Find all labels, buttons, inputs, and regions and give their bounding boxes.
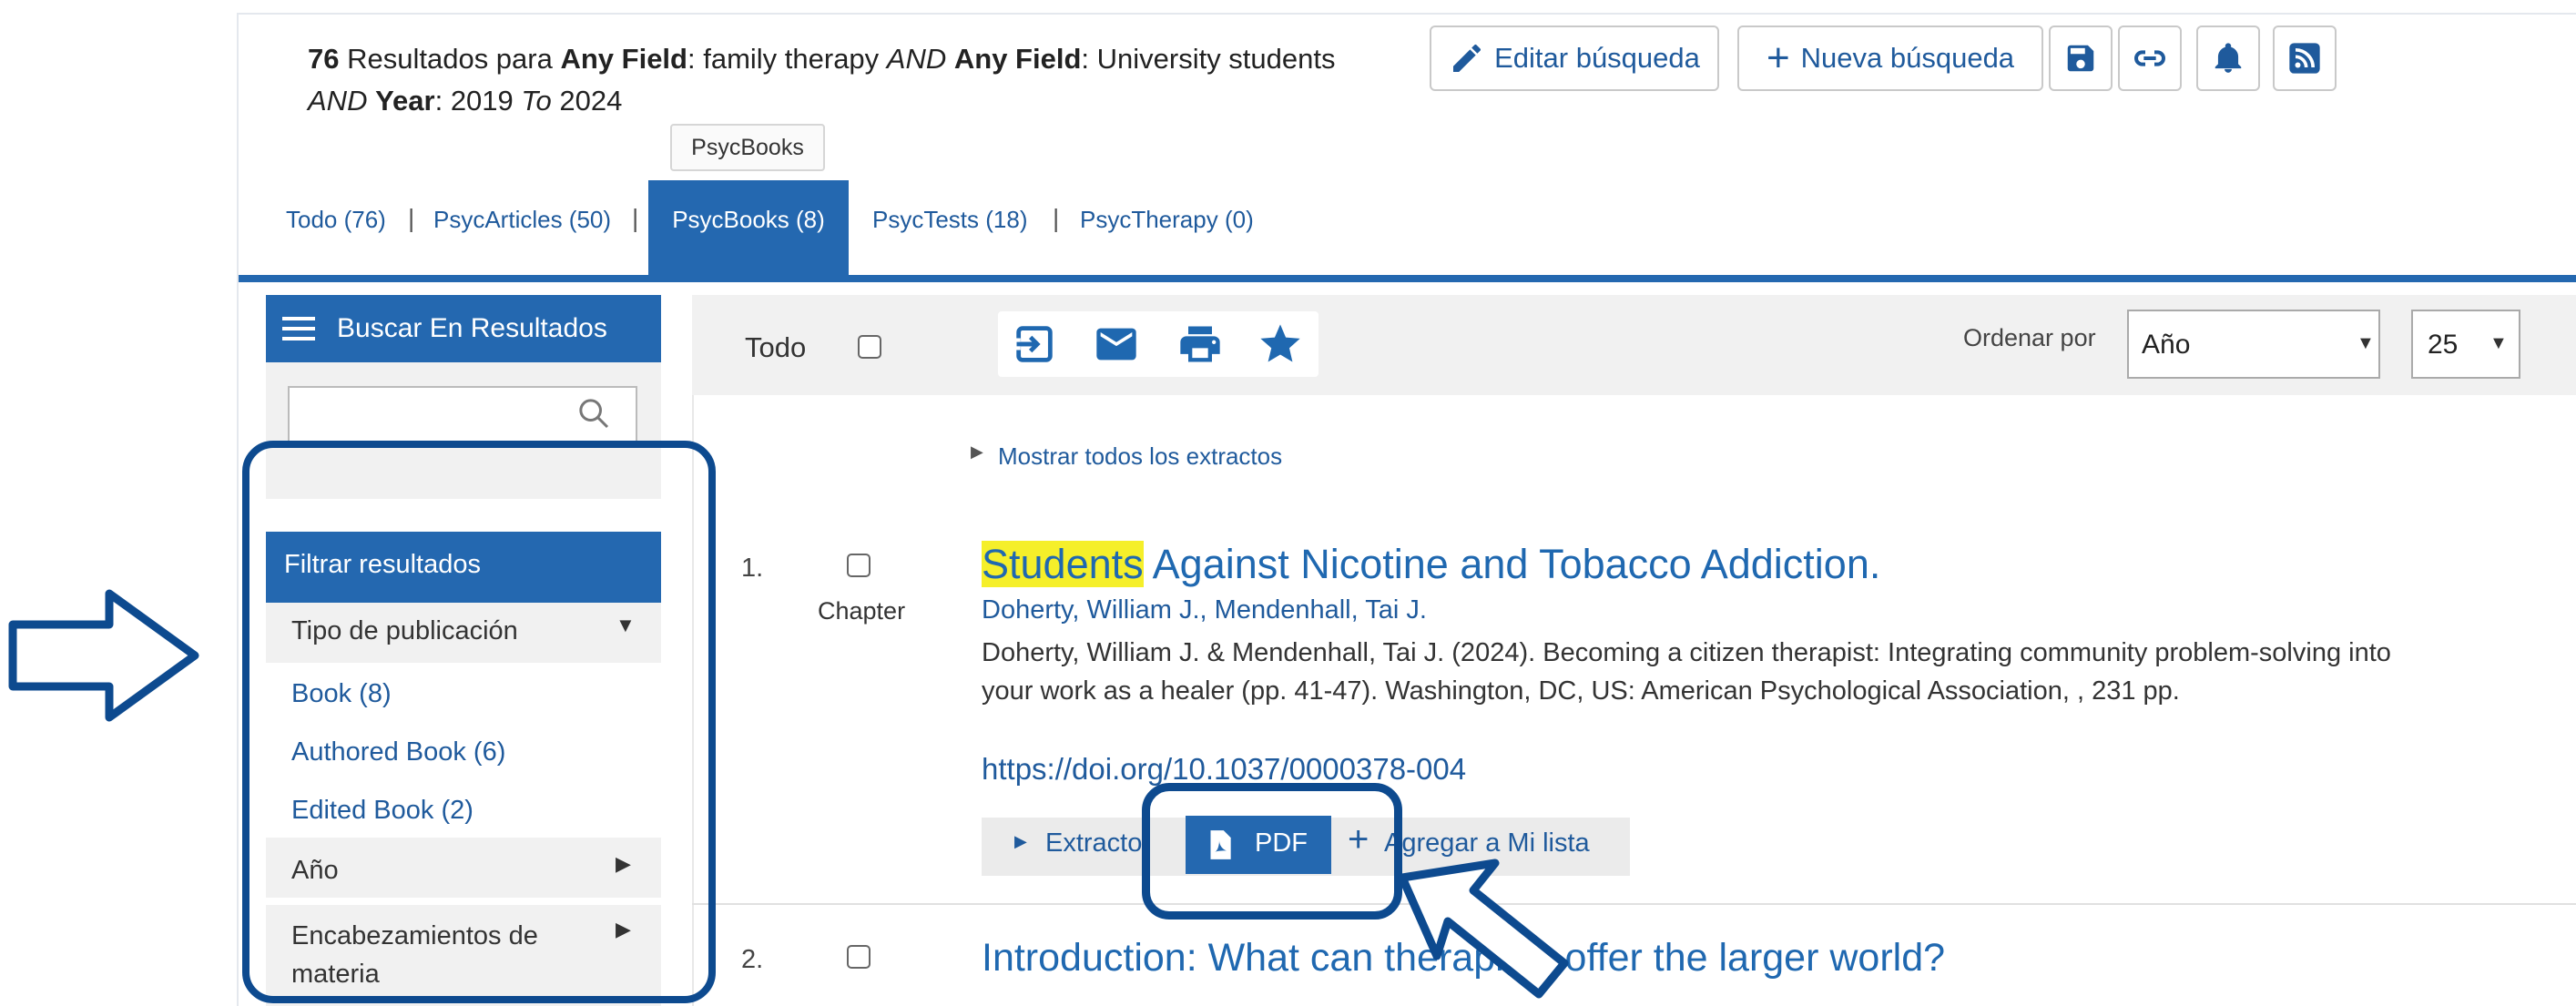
caret-right-icon: ▶ — [1014, 832, 1027, 850]
email-icon[interactable] — [1093, 320, 1140, 368]
tab-separator: | — [632, 204, 639, 232]
plus-icon: + — [1766, 36, 1790, 80]
caret-right-icon: ▶ — [971, 442, 983, 461]
save-icon — [2067, 45, 2094, 72]
result-title-link[interactable]: Students Against Nicotine and Tobacco Ad… — [982, 541, 1880, 588]
result-checkbox[interactable] — [847, 554, 871, 577]
per-page-value: 25 — [2428, 330, 2459, 360]
hamburger-icon — [282, 317, 315, 340]
edit-search-label: Editar búsqueda — [1494, 42, 1700, 74]
new-search-button[interactable]: + Nueva búsqueda — [1737, 25, 2043, 91]
result-title-rest: Against Nicotine and Tobacco Addiction. — [1143, 541, 1881, 587]
top-panel-border — [237, 13, 2576, 15]
tab-psyctherapy[interactable]: PsycTherapy (0) — [1080, 206, 1254, 234]
tab-underline — [239, 275, 2576, 282]
add-to-list-button[interactable]: Agregar a Mi lista — [1384, 828, 1590, 859]
result-checkbox[interactable] — [847, 945, 871, 969]
bell-icon — [2215, 43, 2242, 73]
search-icon[interactable] — [575, 395, 612, 432]
tab-psyctests[interactable]: PsycTests (18) — [872, 206, 1028, 234]
search-in-results-label: Buscar En Resultados — [337, 313, 607, 343]
caret-down-icon: ▼ — [2489, 333, 2508, 353]
result-type-label: Chapter — [818, 597, 906, 625]
result-citation: Doherty, William J. & Mendenhall, Tai J.… — [982, 638, 2391, 706]
tab-todo[interactable]: Todo (76) — [286, 206, 386, 234]
edit-search-button[interactable]: Editar búsqueda — [1430, 25, 1719, 91]
alert-button[interactable] — [2196, 25, 2260, 91]
export-icon[interactable] — [1011, 320, 1058, 368]
arrow-up-left-icon — [1398, 859, 1569, 999]
show-all-extracts-link[interactable]: Mostrar todos los extractos — [998, 442, 1282, 471]
rss-icon — [2289, 43, 2320, 74]
caret-down-icon: ▼ — [2357, 333, 2375, 353]
star-icon[interactable] — [1257, 320, 1304, 368]
permalink-button[interactable] — [2118, 25, 2182, 91]
link-icon — [2134, 50, 2165, 66]
annotation-highlight-box — [242, 441, 716, 1003]
result-authors[interactable]: Doherty, William J., Mendenhall, Tai J. — [982, 595, 1427, 625]
annotation-highlight-box — [1142, 783, 1402, 920]
tab-tooltip: PsycBooks — [670, 124, 825, 171]
result-divider — [692, 903, 2576, 905]
search-term-highlight: Students — [982, 541, 1144, 587]
new-search-label: Nueva búsqueda — [1800, 42, 2015, 74]
extract-toggle[interactable]: Extracto — [1045, 828, 1142, 859]
print-icon[interactable] — [1176, 320, 1224, 368]
result-number: 2. — [741, 945, 764, 974]
result-doi-link[interactable]: https://doi.org/10.1037/0000378-004 — [982, 752, 1466, 787]
select-all-checkbox[interactable] — [858, 335, 881, 359]
tab-separator: | — [1053, 204, 1060, 232]
sort-label: Ordenar por — [1963, 324, 2096, 351]
tab-psycarticles[interactable]: PsycArticles (50) — [433, 206, 611, 234]
tab-separator: | — [408, 204, 415, 232]
pencil-icon — [1453, 44, 1481, 72]
tab-psycbooks-label: PsycBooks (8) — [672, 206, 825, 233]
save-search-button[interactable] — [2049, 25, 2113, 91]
arrow-right-icon — [8, 589, 199, 722]
result-number: 1. — [741, 554, 764, 583]
sort-select-value: Año — [2142, 330, 2191, 360]
rss-button[interactable] — [2273, 25, 2337, 91]
panel-left-border — [237, 13, 239, 1006]
search-summary: 76 Resultados para Any Field: family the… — [308, 43, 1336, 117]
select-all-label: Todo — [745, 331, 807, 363]
